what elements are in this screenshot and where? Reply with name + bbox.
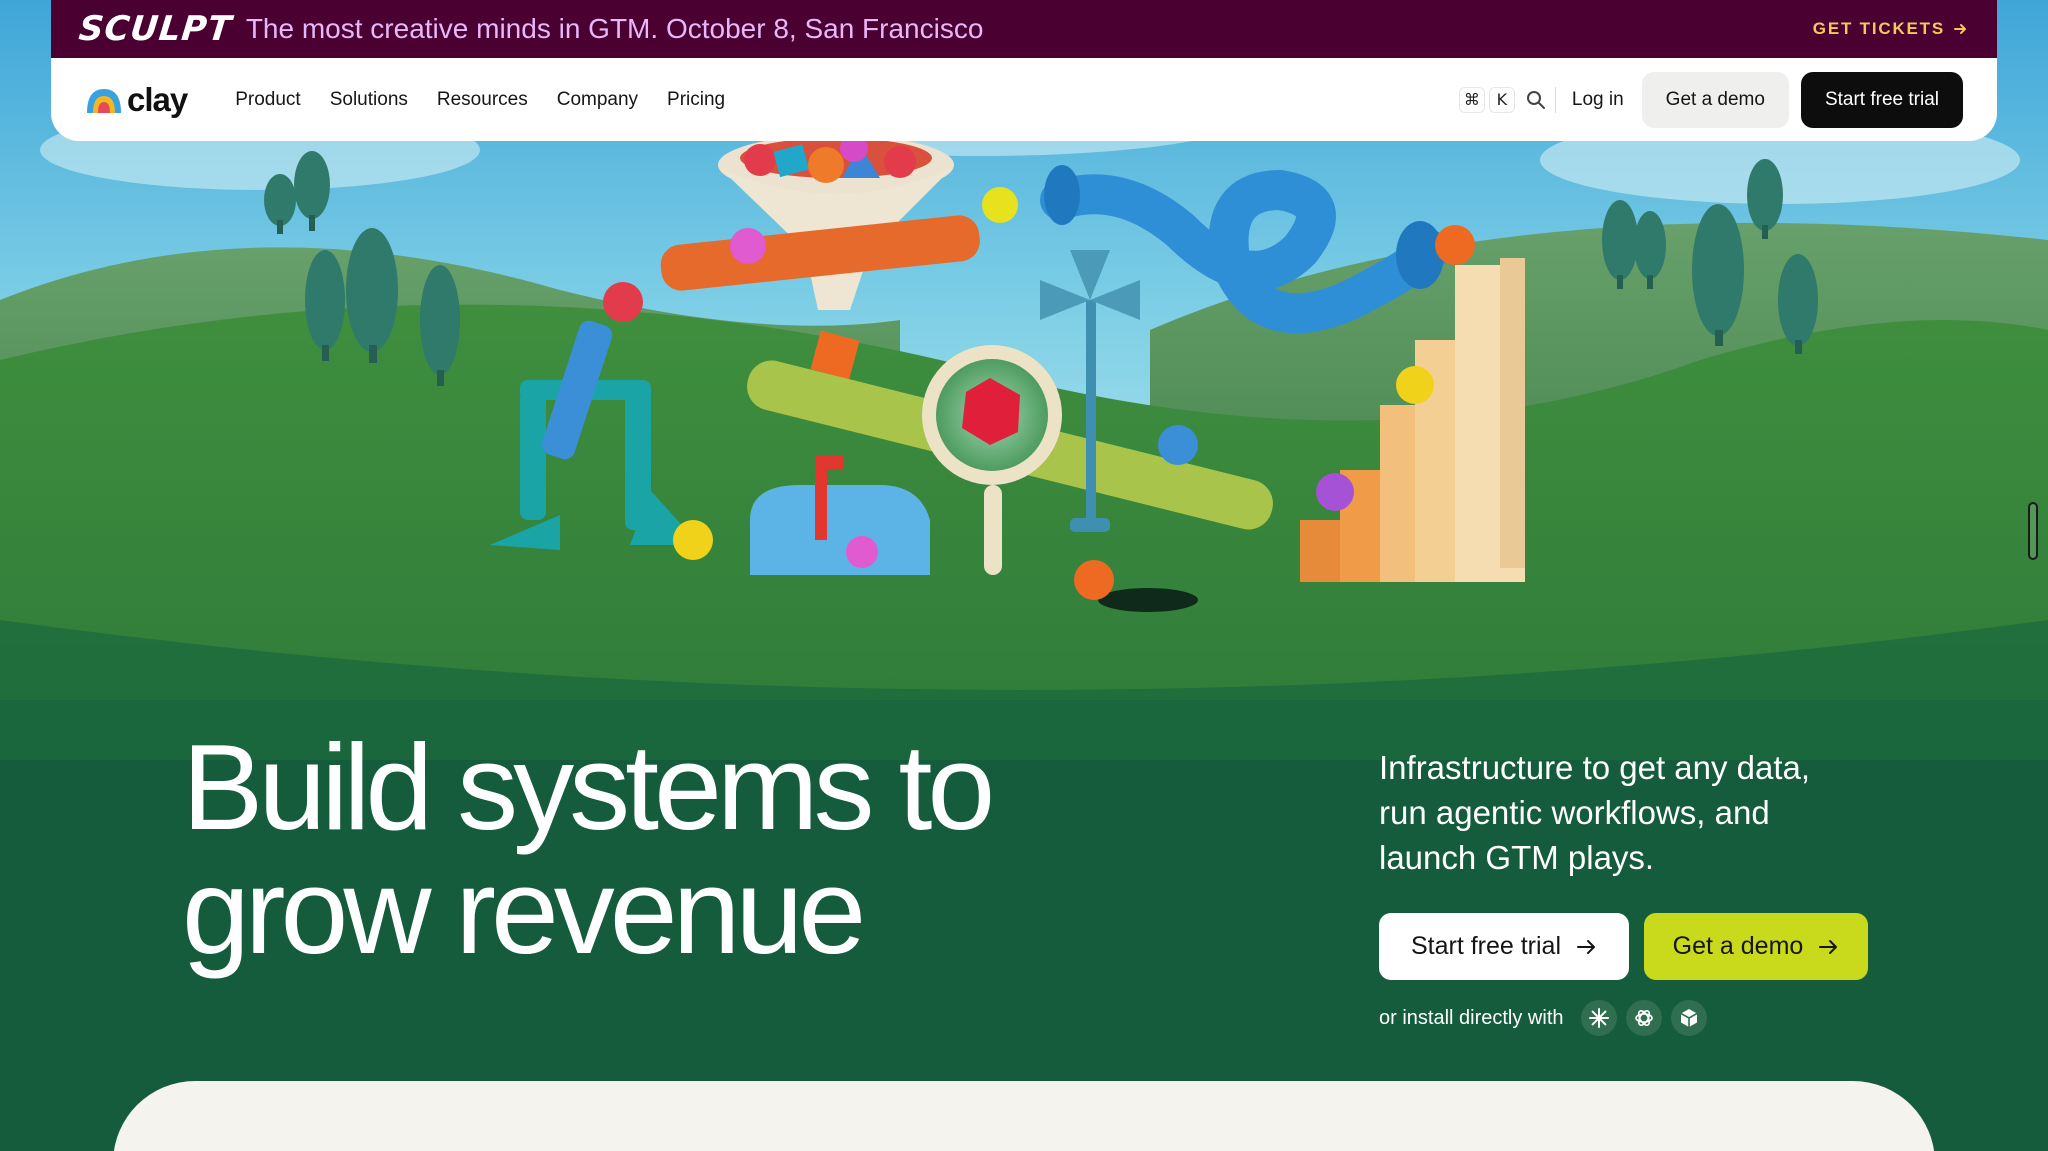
nav-pricing[interactable]: Pricing — [667, 89, 725, 111]
nav-links: Product Solutions Resources Company Pric… — [235, 89, 1459, 111]
hero-start-trial-button[interactable]: Start free trial — [1379, 913, 1629, 980]
arrow-right-icon — [1954, 24, 1966, 34]
clay-logo-mark-icon — [87, 88, 121, 113]
arrow-right-icon — [1819, 939, 1838, 954]
sculpt-logo[interactable]: SCULPT — [77, 9, 234, 49]
hero-subtext: Infrastructure to get any data, run agen… — [1379, 749, 1811, 876]
hero-cta-row: Start free trial Get a demo — [1379, 913, 1868, 980]
clay-logo[interactable]: clay — [85, 80, 188, 119]
nav-actions: ⌘ K Log in Get a demo Start free trial — [1458, 71, 1963, 128]
command-key[interactable]: ⌘ — [1458, 86, 1485, 113]
search-icon[interactable] — [1525, 89, 1547, 111]
cube-icon[interactable] — [1670, 1000, 1707, 1036]
brand-name: clay — [127, 80, 188, 118]
promo-banner: SCULPT The most creative minds in GTM. O… — [51, 0, 1997, 58]
k-key[interactable]: K — [1488, 86, 1515, 113]
hero-headline: Build systems to grow revenue — [182, 725, 1082, 973]
nav-start-trial-button[interactable]: Start free trial — [1800, 71, 1963, 128]
hero-start-trial-label: Start free trial — [1410, 932, 1562, 960]
install-text: or install directly with — [1379, 1006, 1564, 1029]
claude-icon[interactable] — [1580, 1000, 1617, 1036]
scrollbar-thumb[interactable] — [2028, 502, 2038, 560]
main-navbar: clay Product Solutions Resources Company… — [51, 58, 1997, 141]
nav-get-demo-button[interactable]: Get a demo — [1641, 71, 1789, 128]
nav-product[interactable]: Product — [235, 89, 300, 111]
headline-line-2: grow revenue — [182, 843, 866, 979]
banner-text: The most creative minds in GTM. October … — [245, 13, 984, 44]
nav-solutions[interactable]: Solutions — [330, 89, 408, 111]
openai-icon[interactable] — [1625, 1000, 1662, 1036]
get-tickets-link[interactable]: GET TICKETS — [1813, 19, 1967, 39]
content-card — [113, 1081, 1935, 1151]
login-link[interactable]: Log in — [1572, 89, 1624, 111]
nav-resources[interactable]: Resources — [437, 89, 528, 111]
get-tickets-label: GET TICKETS — [1812, 19, 1945, 38]
hero-get-demo-label: Get a demo — [1672, 932, 1804, 960]
arrow-right-icon — [1577, 939, 1596, 954]
nav-company[interactable]: Company — [557, 89, 638, 111]
nav-divider — [1554, 86, 1556, 113]
install-row: or install directly with — [1379, 1000, 1707, 1036]
hero-get-demo-button[interactable]: Get a demo — [1644, 913, 1868, 980]
headline-line-1: Build systems to — [182, 719, 995, 855]
